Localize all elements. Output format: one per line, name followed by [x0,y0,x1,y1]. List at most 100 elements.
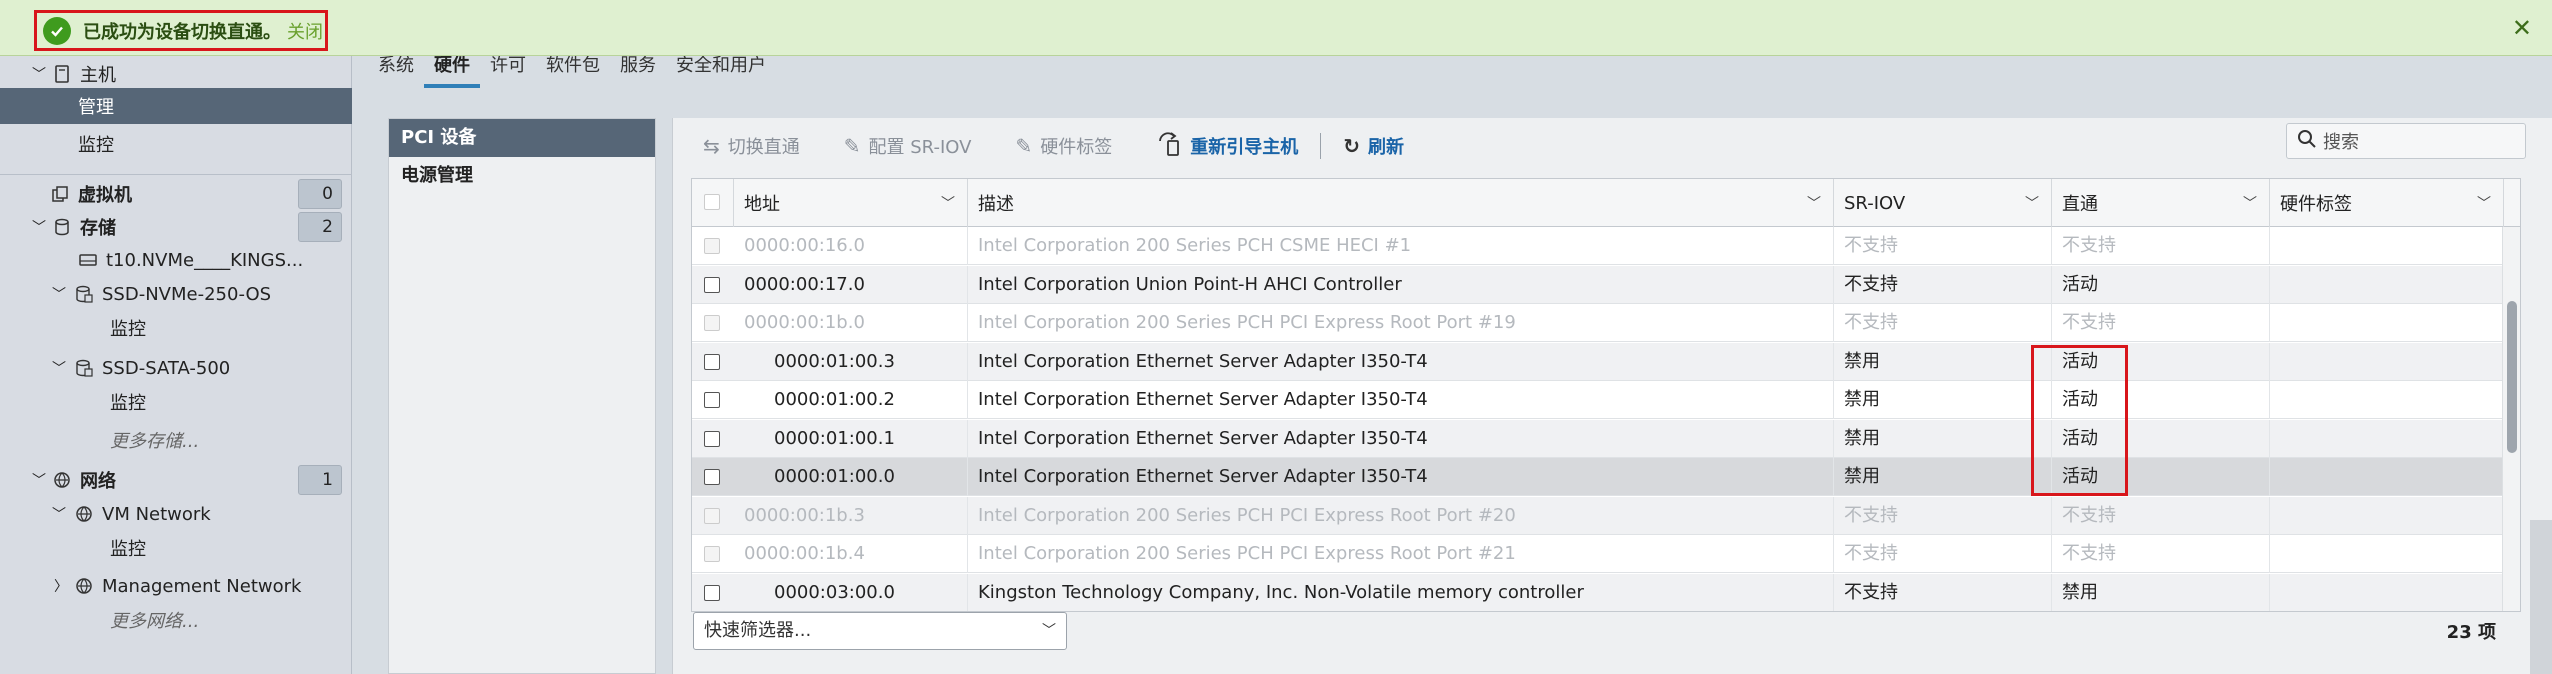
chevron-down-icon[interactable]: ﹀ [32,64,46,84]
chevron-down-icon[interactable]: ﹀ [52,358,66,378]
chevron-down-icon[interactable]: ﹀ [1807,193,1821,213]
chevron-down-icon: ﹀ [1042,623,1056,639]
grid-scrollbar[interactable] [2502,227,2520,611]
chevron-down-icon[interactable]: ﹀ [52,504,66,524]
chevron-right-icon[interactable]: 〉 [54,576,68,596]
sidebar-item-datastore-nvme-monitor[interactable]: 监控 [0,310,352,346]
vm-network-monitor-label: 监控 [110,539,146,560]
hardware-tag-button[interactable]: ✎ 硬件标签 [1015,133,1112,159]
table-row[interactable]: 0000:01:00.3 Intel Corporation Ethernet S… [692,342,2504,381]
row-checkbox [704,507,720,524]
subnav-power-management[interactable]: 电源管理 [389,157,655,195]
sidebar-item-host[interactable]: ﹀ 主机 [0,56,352,92]
sidebar-item-monitor[interactable]: 监控 [0,126,352,162]
cell-description: Intel Corporation Ethernet Server Adapte… [968,381,1834,419]
cell-passthrough: 不支持 [2052,304,2270,342]
cell-passthrough: 不支持 [2052,496,2270,535]
sidebar-item-vm-network[interactable]: ﹀ VM Network [0,496,352,532]
table-row: 0000:00:1b.4 Intel Corporation 200 Series… [692,535,2504,573]
sidebar-item-network[interactable]: ﹀ 网络 1 [0,462,352,498]
table-row: 0000:00:1b.3 Intel Corporation 200 Series… [692,496,2504,535]
row-checkbox[interactable] [704,469,720,485]
sidebar-divider [0,174,352,175]
chevron-down-icon[interactable]: ﹀ [2477,193,2491,213]
chevron-down-icon[interactable]: ﹀ [941,193,955,213]
sidebar-item-storage[interactable]: ﹀ 存储 2 [0,209,352,245]
chevron-down-icon[interactable]: ﹀ [52,284,66,304]
configure-sriov-button[interactable]: ✎ 配置 SR-IOV [844,133,972,159]
table-row[interactable]: 0000:03:00.0 Kingston Technology Company,… [692,573,2504,611]
column-header-hardware-tag[interactable]: 硬件标签 ﹀ [2270,179,2504,227]
column-header-passthrough[interactable]: 直通 ﹀ [2052,179,2270,227]
close-icon[interactable]: ✕ [2512,14,2532,42]
cell-address: 0000:01:00.1 [734,419,968,458]
grid-scroll-thumb[interactable] [2507,301,2517,453]
notification-highlight: 已成功为设备切换直通。 关闭 [34,10,328,51]
sidebar-item-datastore-nvme[interactable]: ﹀ SSD-NVMe-250-OS [0,276,352,312]
sidebar-item-manage[interactable]: 管理 [0,88,352,124]
table-row[interactable]: 0000:01:00.2 Intel Corporation Ethernet S… [692,381,2504,419]
cell-address: 0000:01:00.0 [734,458,968,496]
sidebar-item-more-network[interactable]: 更多网络... [0,602,352,638]
storage-icon [52,217,72,237]
cell-description: Intel Corporation Ethernet Server Adapte… [968,419,1834,458]
sidebar-item-datastore-sata[interactable]: ﹀ SSD-SATA-500 [0,350,352,386]
subnav-pci-devices[interactable]: PCI 设备 [389,119,655,157]
cell-tag [2270,304,2504,342]
row-checkbox[interactable] [704,353,720,370]
cell-description: Intel Corporation Ethernet Server Adapte… [968,458,1834,496]
cell-tag [2270,496,2504,535]
grid-header: 地址 ﹀ 描述 ﹀ SR-IOV ﹀ 直通 ﹀ 硬件标签 ﹀ [692,179,2520,227]
sidebar-item-vms[interactable]: 虚拟机 0 [0,176,352,212]
row-checkbox[interactable] [704,430,720,447]
sidebar-item-vm-network-monitor[interactable]: 监控 [0,530,352,566]
cell-passthrough: 不支持 [2052,535,2270,573]
pci-devices-panel: ⇆ 切换直通 ✎ 配置 SR-IOV ✎ 硬件标签 重新引导主机 ↻ 刷新 搜索 [672,118,2552,674]
row-checkbox[interactable] [704,584,720,601]
quick-filter-select[interactable]: 快速筛选器... ﹀ [693,612,1067,650]
notification-close-link[interactable]: 关闭 [287,18,323,44]
quick-filter-label: 快速筛选器... [704,620,812,641]
toggle-passthrough-button[interactable]: ⇆ 切换直通 [703,133,800,159]
chevron-down-icon[interactable]: ﹀ [32,470,46,490]
disk-icon [78,250,98,270]
column-header-address[interactable]: 地址 ﹀ [734,179,968,227]
pci-device-grid: 地址 ﹀ 描述 ﹀ SR-IOV ﹀ 直通 ﹀ 硬件标签 ﹀ 0000:00:1… [691,178,2521,612]
passthrough-highlight [2031,345,2128,496]
passthrough-header-label: 直通 [2062,194,2098,215]
search-input[interactable]: 搜索 [2286,123,2526,159]
tab-bar: 系统 硬件 许可 软件包 服务 安全和用户 [368,50,776,90]
reboot-host-button[interactable]: 重新引导主机 [1156,131,1298,162]
page-scrollbar[interactable] [2530,520,2552,674]
vm-icon [50,184,70,204]
cell-address: 0000:03:00.0 [734,573,968,611]
refresh-button[interactable]: ↻ 刷新 [1343,133,1404,159]
table-row[interactable]: 0000:00:17.0 Intel Corporation Union Poin… [692,265,2504,304]
datastore-sata-label: SSD-SATA-500 [102,357,231,379]
sidebar-item-more-storage[interactable]: 更多存储... [0,422,352,458]
sidebar-item-management-network[interactable]: 〉 Management Network [0,568,352,604]
chevron-down-icon[interactable]: ﹀ [2025,193,2039,213]
cell-sriov: 禁用 [1834,342,2052,381]
column-header-description[interactable]: 描述 ﹀ [968,179,1834,227]
cell-sriov: 不支持 [1834,304,2052,342]
chevron-down-icon[interactable]: ﹀ [32,217,46,237]
table-row[interactable]: 0000:01:00.0 Intel Corporation Ethernet S… [692,458,2504,496]
chevron-down-icon[interactable]: ﹀ [2243,193,2257,213]
cell-tag [2270,227,2504,265]
select-all-checkbox[interactable] [704,194,720,210]
cell-tag [2270,458,2504,496]
sidebar-item-datastore-sata-monitor[interactable]: 监控 [0,384,352,420]
row-checkbox[interactable] [704,276,720,293]
column-header-sriov[interactable]: SR-IOV ﹀ [1834,179,2052,227]
row-checkbox[interactable] [704,392,720,408]
cell-tag [2270,573,2504,611]
table-row: 0000:00:1b.0 Intel Corporation 200 Series… [692,304,2504,342]
tag-header-label: 硬件标签 [2280,194,2352,215]
cell-address: 0000:00:16.0 [734,227,968,265]
toolbar-divider [1320,133,1322,159]
port-group-icon [74,576,94,596]
sidebar-item-datastore-kingston[interactable]: t10.NVMe____KINGS... [0,242,352,278]
table-row[interactable]: 0000:01:00.1 Intel Corporation Ethernet S… [692,419,2504,458]
cell-sriov: 禁用 [1834,458,2052,496]
